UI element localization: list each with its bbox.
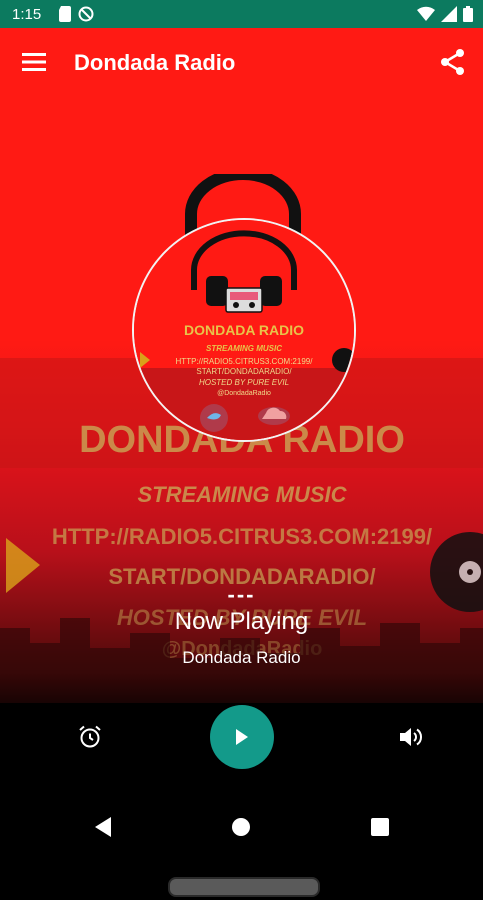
gesture-pill	[168, 877, 320, 897]
status-right-icons	[417, 6, 473, 22]
share-icon[interactable]	[439, 48, 467, 76]
bg-poster-url-1: HTTP://RADIO5.CITRUS3.COM:2199/	[52, 524, 432, 549]
back-triangle-icon[interactable]	[93, 816, 113, 838]
disc-subtitle: STREAMING MUSIC	[206, 344, 282, 353]
volume-icon[interactable]	[398, 725, 424, 749]
bg-poster-subtitle: STREAMING MUSIC	[138, 482, 348, 507]
recents-square-icon[interactable]	[371, 818, 389, 836]
now-playing-dashes: ---	[227, 582, 256, 607]
status-bar: 1:15	[0, 0, 483, 28]
now-playing-station: Dondada Radio	[182, 648, 301, 667]
headphone-cup-right	[260, 276, 282, 306]
disc-url-1: HTTP://RADIO5.CITRUS3.COM:2199/	[176, 357, 314, 366]
disc-handle: @DondadaRadio	[217, 390, 271, 397]
play-icon	[236, 729, 248, 745]
signal-icon	[441, 6, 457, 22]
cassette-icon	[225, 287, 263, 313]
now-playing-label: Now Playing	[174, 608, 309, 635]
wifi-icon	[417, 6, 435, 22]
album-art-disc: DONDADA RADIO STREAMING MUSIC HTTP://RAD…	[132, 218, 356, 442]
disc-url-2: START/DONDADARADIO/	[196, 367, 292, 376]
no-disturb-icon	[78, 6, 94, 22]
home-circle-icon[interactable]	[232, 818, 250, 836]
app-bar: Dondada Radio	[0, 28, 483, 98]
play-button[interactable]	[210, 705, 274, 769]
alarm-clock-icon[interactable]	[78, 725, 102, 749]
system-nav-bar	[0, 783, 483, 900]
disc-hosted: HOSTED BY PURE EVIL	[199, 378, 289, 387]
status-left-icons	[58, 6, 94, 22]
battery-icon	[463, 6, 473, 22]
hamburger-menu-icon[interactable]	[22, 52, 48, 72]
album-art: DONDADA RADIO STREAMING MUSIC HTTP://RAD…	[134, 220, 354, 440]
headphone-cup-left	[206, 276, 228, 306]
app-title: Dondada Radio	[74, 50, 236, 75]
status-time: 1:15	[12, 6, 42, 23]
sd-card-icon	[59, 6, 71, 22]
player-controls	[0, 703, 483, 783]
disc-title: DONDADA RADIO	[184, 322, 304, 338]
